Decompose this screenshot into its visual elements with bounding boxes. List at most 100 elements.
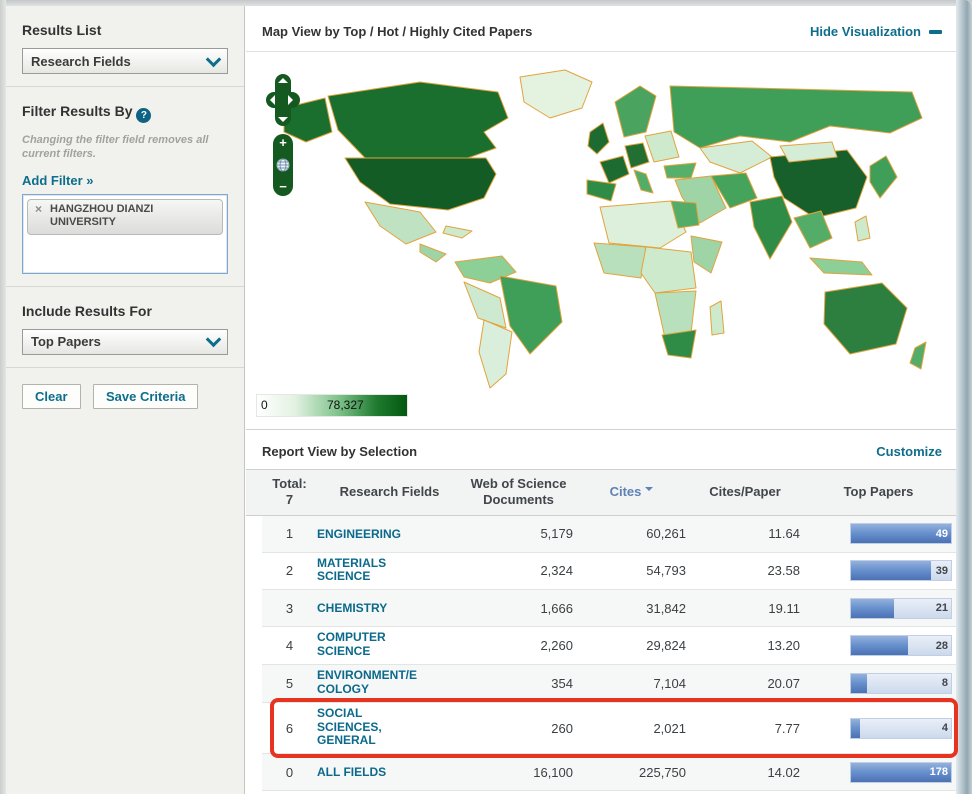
row-rank: 5 bbox=[262, 676, 317, 691]
pan-right-icon[interactable] bbox=[288, 95, 293, 105]
map-visualization: + − bbox=[246, 52, 956, 430]
row-cites: 60,261 bbox=[575, 526, 688, 541]
country-shape[interactable] bbox=[365, 202, 436, 244]
filter-box[interactable]: × HANGZHOU DIANZI UNIVERSITY bbox=[22, 194, 228, 274]
include-results-heading: Include Results For bbox=[22, 303, 228, 319]
country-shape[interactable] bbox=[662, 330, 696, 358]
results-list-dropdown[interactable]: Research Fields bbox=[22, 48, 228, 74]
top-papers-bar-fill bbox=[851, 674, 867, 693]
research-field-link[interactable]: MATERIALS SCIENCE bbox=[317, 557, 386, 585]
research-field-link[interactable]: COMPUTER SCIENCE bbox=[317, 631, 386, 659]
zoom-in-button[interactable]: + bbox=[279, 137, 287, 149]
top-papers-bar-fill bbox=[851, 719, 860, 738]
filter-heading: Filter Results By? bbox=[22, 103, 228, 123]
column-header-total[interactable]: Total: 7 bbox=[262, 476, 317, 509]
row-documents: 1,666 bbox=[462, 601, 575, 616]
top-papers-bar: 178 bbox=[850, 762, 952, 783]
row-cites: 31,842 bbox=[575, 601, 688, 616]
add-filter-link[interactable]: Add Filter » bbox=[22, 173, 94, 188]
country-shape[interactable] bbox=[328, 82, 508, 158]
country-shape[interactable] bbox=[588, 123, 609, 154]
country-shape[interactable] bbox=[824, 283, 907, 354]
pan-up-icon[interactable] bbox=[278, 78, 288, 83]
country-shape[interactable] bbox=[443, 226, 472, 238]
row-rank: 1 bbox=[262, 526, 317, 541]
top-papers-bar-fill bbox=[851, 599, 894, 618]
row-documents: 354 bbox=[462, 676, 575, 691]
country-shape[interactable] bbox=[810, 258, 872, 275]
top-papers-bar: 4 bbox=[850, 718, 952, 739]
country-shape[interactable] bbox=[855, 216, 870, 241]
hide-visualization-link[interactable]: Hide Visualization bbox=[810, 24, 942, 39]
help-icon[interactable]: ? bbox=[136, 108, 151, 123]
chevron-down-icon bbox=[206, 51, 222, 67]
country-shape[interactable] bbox=[641, 247, 696, 293]
row-cites: 2,021 bbox=[575, 721, 688, 736]
customize-link[interactable]: Customize bbox=[876, 444, 942, 459]
table-row: 2MATERIALS SCIENCE2,32454,79323.5839 bbox=[262, 553, 956, 591]
include-results-dropdown-value: Top Papers bbox=[31, 334, 101, 349]
row-rank: 2 bbox=[262, 563, 317, 578]
page-edge-left bbox=[0, 0, 6, 794]
row-rank: 3 bbox=[262, 601, 317, 616]
country-shape[interactable] bbox=[479, 320, 512, 388]
country-shape[interactable] bbox=[670, 86, 922, 148]
column-header-research-fields[interactable]: Research Fields bbox=[317, 484, 462, 500]
column-header-top-papers[interactable]: Top Papers bbox=[802, 484, 955, 500]
include-results-section: Include Results For Top Papers bbox=[6, 287, 244, 368]
country-shape[interactable] bbox=[794, 211, 832, 248]
top-papers-value: 39 bbox=[936, 565, 948, 577]
column-header-cites-per-paper[interactable]: Cites/Paper bbox=[688, 484, 802, 500]
research-field-link[interactable]: ENVIRONMENT/E COLOGY bbox=[317, 669, 417, 697]
country-shape[interactable] bbox=[700, 141, 772, 173]
total-value: 7 bbox=[286, 492, 293, 507]
country-shape[interactable] bbox=[870, 156, 897, 198]
country-shape[interactable] bbox=[691, 236, 722, 273]
row-cites-per-paper: 7.77 bbox=[688, 721, 802, 736]
column-header-documents[interactable]: Web of Science Documents bbox=[462, 476, 575, 509]
country-shape[interactable] bbox=[615, 86, 656, 137]
filter-tag: × HANGZHOU DIANZI UNIVERSITY bbox=[27, 199, 223, 236]
pan-left-icon[interactable] bbox=[270, 95, 275, 105]
research-field-link[interactable]: ALL FIELDS bbox=[317, 766, 386, 780]
globe-icon[interactable] bbox=[276, 158, 290, 172]
country-shape[interactable] bbox=[520, 70, 592, 118]
filter-heading-label: Filter Results By bbox=[22, 103, 132, 119]
map-pan-control[interactable] bbox=[266, 74, 300, 126]
table-row: 1ENGINEERING5,17960,26111.6449 bbox=[262, 516, 956, 553]
world-map[interactable] bbox=[270, 62, 930, 392]
pan-down-icon[interactable] bbox=[278, 117, 288, 122]
include-results-dropdown[interactable]: Top Papers bbox=[22, 329, 228, 355]
research-field-link[interactable]: SOCIAL SCIENCES, GENERAL bbox=[317, 707, 382, 748]
country-shape[interactable] bbox=[645, 131, 679, 162]
research-field-link[interactable]: ENGINEERING bbox=[317, 528, 401, 542]
row-documents: 2,324 bbox=[462, 563, 575, 578]
country-shape[interactable] bbox=[750, 196, 792, 259]
table-row: 0ALL FIELDS16,100225,75014.02178 bbox=[262, 754, 956, 791]
top-papers-value: 21 bbox=[936, 602, 948, 614]
top-papers-bar-fill bbox=[851, 561, 931, 580]
row-cites-per-paper: 13.20 bbox=[688, 638, 802, 653]
map-zoom-control[interactable]: + − bbox=[273, 134, 293, 196]
country-shape[interactable] bbox=[600, 156, 629, 183]
country-shape[interactable] bbox=[710, 301, 724, 335]
zoom-out-button[interactable]: − bbox=[279, 181, 287, 193]
row-cites-per-paper: 14.02 bbox=[688, 765, 802, 780]
country-shape[interactable] bbox=[664, 163, 696, 178]
country-shape[interactable] bbox=[634, 170, 653, 193]
save-criteria-button[interactable]: Save Criteria bbox=[93, 384, 199, 409]
sort-descending-icon bbox=[645, 487, 653, 495]
row-cites: 54,793 bbox=[575, 563, 688, 578]
top-papers-bar: 39 bbox=[850, 560, 952, 581]
clear-button[interactable]: Clear bbox=[22, 384, 81, 409]
country-shape[interactable] bbox=[587, 180, 616, 201]
research-field-link[interactable]: CHEMISTRY bbox=[317, 602, 387, 616]
country-shape[interactable] bbox=[910, 342, 926, 369]
column-header-cites[interactable]: Cites bbox=[575, 484, 688, 500]
remove-filter-icon[interactable]: × bbox=[35, 202, 42, 217]
country-shape[interactable] bbox=[625, 143, 649, 168]
country-shape[interactable] bbox=[420, 244, 446, 262]
country-shape[interactable] bbox=[594, 243, 646, 278]
top-papers-bar: 28 bbox=[850, 635, 952, 656]
page-edge-right bbox=[956, 0, 972, 794]
